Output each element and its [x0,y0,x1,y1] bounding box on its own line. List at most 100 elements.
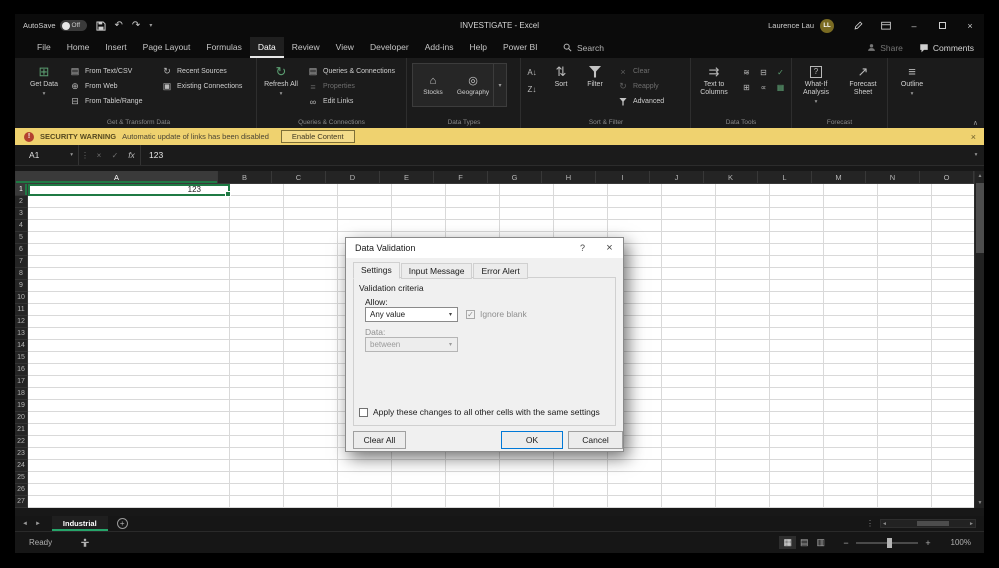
geography-button[interactable]: ◎ Geography [453,64,493,106]
cell-M27[interactable] [824,496,878,508]
sheet-nav-left-icon[interactable]: ◄ [22,521,28,527]
cell-M20[interactable] [824,412,878,424]
tab-formulas[interactable]: Formulas [198,37,249,58]
cell-M16[interactable] [824,364,878,376]
tab-power-bi[interactable]: Power BI [495,37,546,58]
redo-icon[interactable]: ↷ [132,14,140,37]
cell-M15[interactable] [824,352,878,364]
cell-G24[interactable] [500,460,554,472]
cell-A8[interactable] [28,268,230,280]
cell-O9[interactable] [932,280,974,292]
cell-L6[interactable] [770,244,824,256]
cell-A2[interactable] [28,196,230,208]
cell-I27[interactable] [608,496,662,508]
cell-E26[interactable] [392,484,446,496]
cell-O24[interactable] [932,460,974,472]
tab-settings[interactable]: Settings [353,262,400,279]
cell-N9[interactable] [878,280,932,292]
text-to-columns-button[interactable]: ⇉ Text to Columns [693,61,735,114]
cell-N23[interactable] [878,448,932,460]
cell-L10[interactable] [770,292,824,304]
user-name[interactable]: Laurence Lau [768,21,814,30]
cell-K22[interactable] [716,436,770,448]
cell-J15[interactable] [662,352,716,364]
cell-K23[interactable] [716,448,770,460]
cell-M8[interactable] [824,268,878,280]
cell-N15[interactable] [878,352,932,364]
sheet-bar-more-icon[interactable]: ⋮ [866,519,874,528]
dialog-help-button[interactable]: ? [569,238,596,258]
chevron-down-icon[interactable]: ▾ [444,308,457,321]
cell-J2[interactable] [662,196,716,208]
cell-C10[interactable] [284,292,338,304]
cell-F4[interactable] [446,220,500,232]
cell-K20[interactable] [716,412,770,424]
cell-B27[interactable] [230,496,284,508]
cell-E24[interactable] [392,460,446,472]
insert-function-button[interactable]: fx [123,145,141,165]
name-box-grip[interactable]: ⋮ [79,145,91,165]
collapse-ribbon-icon[interactable]: ∧ [973,119,978,127]
row-header-14[interactable]: 14 [15,340,28,352]
cell-L26[interactable] [770,484,824,496]
tab-add-ins[interactable]: Add-ins [417,37,462,58]
tab-data[interactable]: Data [249,37,284,58]
cell-H24[interactable] [554,460,608,472]
zoom-level[interactable]: 100% [943,538,971,547]
cell-J22[interactable] [662,436,716,448]
cell-A15[interactable] [28,352,230,364]
cell-F1[interactable] [446,184,500,196]
cell-M17[interactable] [824,376,878,388]
cell-K21[interactable] [716,424,770,436]
cell-J14[interactable] [662,340,716,352]
cell-B6[interactable] [230,244,284,256]
data-validation-icon[interactable]: ✓ [773,66,788,79]
cell-C18[interactable] [284,388,338,400]
cell-N10[interactable] [878,292,932,304]
tab-developer[interactable]: Developer [362,37,417,58]
cell-B9[interactable] [230,280,284,292]
cell-N2[interactable] [878,196,932,208]
cell-D25[interactable] [338,472,392,484]
scroll-right-icon[interactable]: ► [969,521,974,527]
cell-F3[interactable] [446,208,500,220]
autosave-toggle[interactable]: AutoSave Off [23,20,87,31]
cell-A22[interactable] [28,436,230,448]
cancel-button[interactable]: Cancel [568,431,623,449]
allow-dropdown[interactable]: Any value ▾ [365,307,458,322]
cell-M6[interactable] [824,244,878,256]
cell-B14[interactable] [230,340,284,352]
cell-C13[interactable] [284,328,338,340]
cell-A9[interactable] [28,280,230,292]
cell-I25[interactable] [608,472,662,484]
cell-A6[interactable] [28,244,230,256]
cell-C2[interactable] [284,196,338,208]
cell-L2[interactable] [770,196,824,208]
manage-data-model-icon[interactable]: ▦ [773,81,788,94]
tab-file[interactable]: File [29,37,59,58]
cell-A19[interactable] [28,400,230,412]
cell-B7[interactable] [230,256,284,268]
scroll-left-icon[interactable]: ◄ [882,521,887,527]
recent-sources-button[interactable]: ↻ Recent Sources [161,64,242,79]
cell-M22[interactable] [824,436,878,448]
cell-C22[interactable] [284,436,338,448]
cell-A25[interactable] [28,472,230,484]
cell-K3[interactable] [716,208,770,220]
cell-K18[interactable] [716,388,770,400]
cell-B2[interactable] [230,196,284,208]
queries-connections-button[interactable]: ▤ Queries & Connections [307,64,395,79]
cell-B8[interactable] [230,268,284,280]
column-header-B[interactable]: B [218,171,272,184]
cell-O23[interactable] [932,448,974,460]
cell-A23[interactable] [28,448,230,460]
undo-icon[interactable]: ↶ [115,14,123,37]
vertical-scrollbar[interactable]: ▲ ▼ [974,171,984,508]
cell-B4[interactable] [230,220,284,232]
clear-all-button[interactable]: Clear All [353,431,406,449]
cell-N24[interactable] [878,460,932,472]
cell-D2[interactable] [338,196,392,208]
cell-N18[interactable] [878,388,932,400]
cell-B1[interactable] [230,184,284,196]
cell-D1[interactable] [338,184,392,196]
